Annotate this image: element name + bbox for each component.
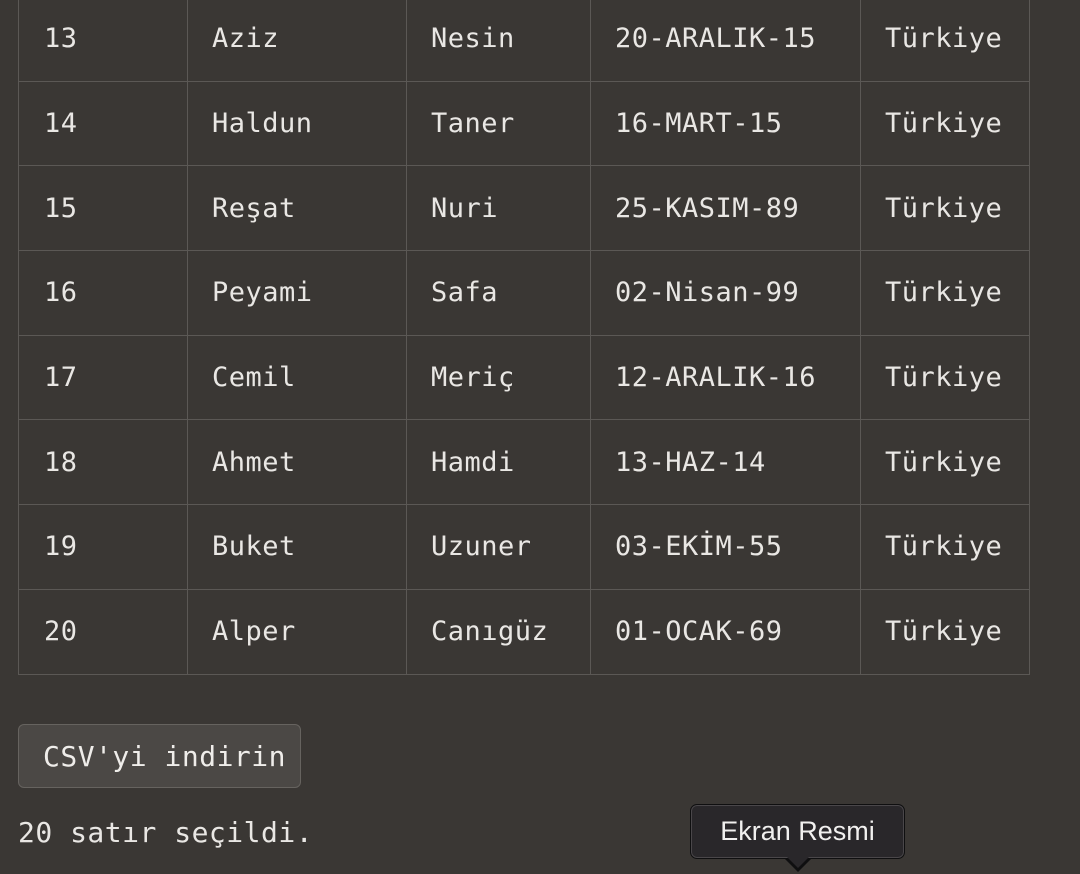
cell-date: 03-EKİM-55 [590,504,861,590]
table-row: 19 Buket Uzuner 03-EKİM-55 Türkiye [18,504,1030,590]
cell-name: Alper [187,588,407,675]
cell-date: 20-ARALIK-15 [590,0,861,82]
cell-date: 01-OCAK-69 [590,588,861,675]
download-csv-button[interactable]: CSV'yi indirin [18,724,301,788]
cell-id: 14 [18,80,188,167]
table-row: 15 Reşat Nuri 25-KASIM-89 Türkiye [18,165,1030,252]
table-row: 13 Aziz Nesin 20-ARALIK-15 Türkiye [18,0,1030,82]
cell-id: 20 [18,588,188,675]
cell-country: Türkiye [860,504,1030,590]
cell-id: 15 [18,165,188,252]
cell-name: Haldun [187,80,407,167]
cell-date: 13-HAZ-14 [590,419,861,506]
cell-date: 02-Nisan-99 [590,250,861,336]
table-row: 14 Haldun Taner 16-MART-15 Türkiye [18,80,1030,167]
cell-country: Türkiye [860,334,1030,421]
table-row: 17 Cemil Meriç 12-ARALIK-16 Türkiye [18,334,1030,421]
cell-id: 16 [18,250,188,336]
cell-surname: Uzuner [406,504,591,590]
cell-name: Ahmet [187,419,407,506]
screenshot-tooltip: Ekran Resmi [690,804,905,859]
cell-country: Türkiye [860,165,1030,252]
cell-surname: Canıgüz [406,588,591,675]
cell-name: Aziz [187,0,407,82]
table-row: 20 Alper Canıgüz 01-OCAK-69 Türkiye [18,588,1030,675]
selection-status: 20 satır seçildi. [18,816,314,849]
tooltip-arrow-fill [786,856,810,868]
table-row: 16 Peyami Safa 02-Nisan-99 Türkiye [18,250,1030,336]
cell-date: 25-KASIM-89 [590,165,861,252]
cell-name: Peyami [187,250,407,336]
cell-name: Buket [187,504,407,590]
cell-surname: Hamdi [406,419,591,506]
cell-name: Cemil [187,334,407,421]
results-table: 13 Aziz Nesin 20-ARALIK-15 Türkiye 14 Ha… [18,0,1030,675]
results-page: 13 Aziz Nesin 20-ARALIK-15 Türkiye 14 Ha… [0,0,1080,874]
cell-name: Reşat [187,165,407,252]
cell-surname: Taner [406,80,591,167]
cell-id: 17 [18,334,188,421]
cell-date: 16-MART-15 [590,80,861,167]
cell-surname: Nuri [406,165,591,252]
cell-country: Türkiye [860,588,1030,675]
cell-id: 18 [18,419,188,506]
cell-date: 12-ARALIK-16 [590,334,861,421]
cell-country: Türkiye [860,250,1030,336]
cell-country: Türkiye [860,80,1030,167]
cell-country: Türkiye [860,419,1030,506]
table-row: 18 Ahmet Hamdi 13-HAZ-14 Türkiye [18,419,1030,506]
cell-id: 13 [18,0,188,82]
cell-id: 19 [18,504,188,590]
cell-surname: Meriç [406,334,591,421]
cell-surname: Safa [406,250,591,336]
cell-surname: Nesin [406,0,591,82]
cell-country: Türkiye [860,0,1030,82]
